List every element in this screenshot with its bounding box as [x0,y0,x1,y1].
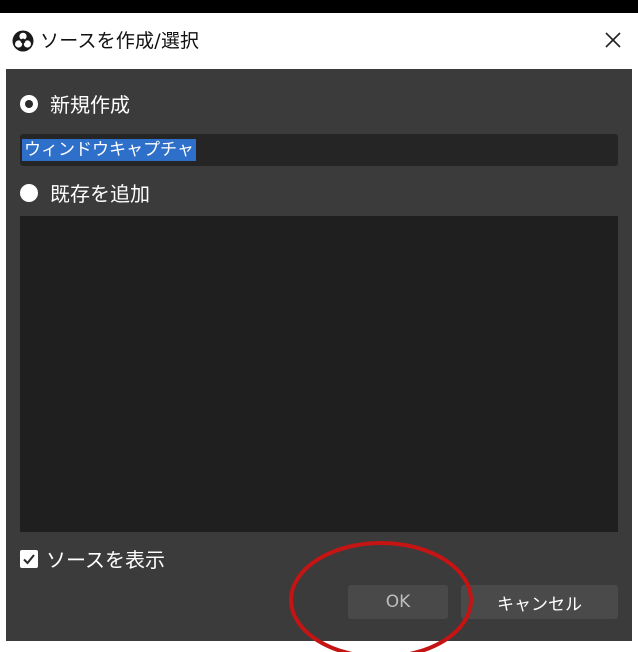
radio-unchecked-indicator[interactable] [20,183,38,202]
create-new-radio[interactable]: 新規作成 [20,89,130,118]
create-new-label: 新規作成 [50,93,130,117]
add-existing-radio[interactable]: 既存を追加 [20,178,150,207]
obs-logo-icon [12,30,34,52]
dialog-body: 新規作成 ウィンドウキャプチャ 既存を追加 ソースを表示 OK キャンセル [6,69,632,641]
title-bar: ソースを作成/選択 [0,13,638,69]
checkmark-icon [23,553,35,564]
existing-sources-list[interactable] [20,216,618,532]
visible-source-label: ソースを表示 [46,548,165,572]
source-name-input[interactable]: ウィンドウキャプチャ [20,134,618,166]
close-button[interactable] [598,25,628,55]
checkbox-box[interactable] [20,549,38,568]
window-title: ソースを作成/選択 [40,30,200,52]
radio-checked-indicator[interactable] [20,94,38,113]
add-existing-label: 既存を追加 [50,182,150,206]
ok-button[interactable]: OK [348,585,448,619]
cancel-button[interactable]: キャンセル [461,585,618,619]
window-top-edge [0,0,638,13]
close-icon [605,32,621,48]
source-name-value: ウィンドウキャプチャ [22,139,196,161]
visible-source-checkbox[interactable]: ソースを表示 [20,544,165,573]
